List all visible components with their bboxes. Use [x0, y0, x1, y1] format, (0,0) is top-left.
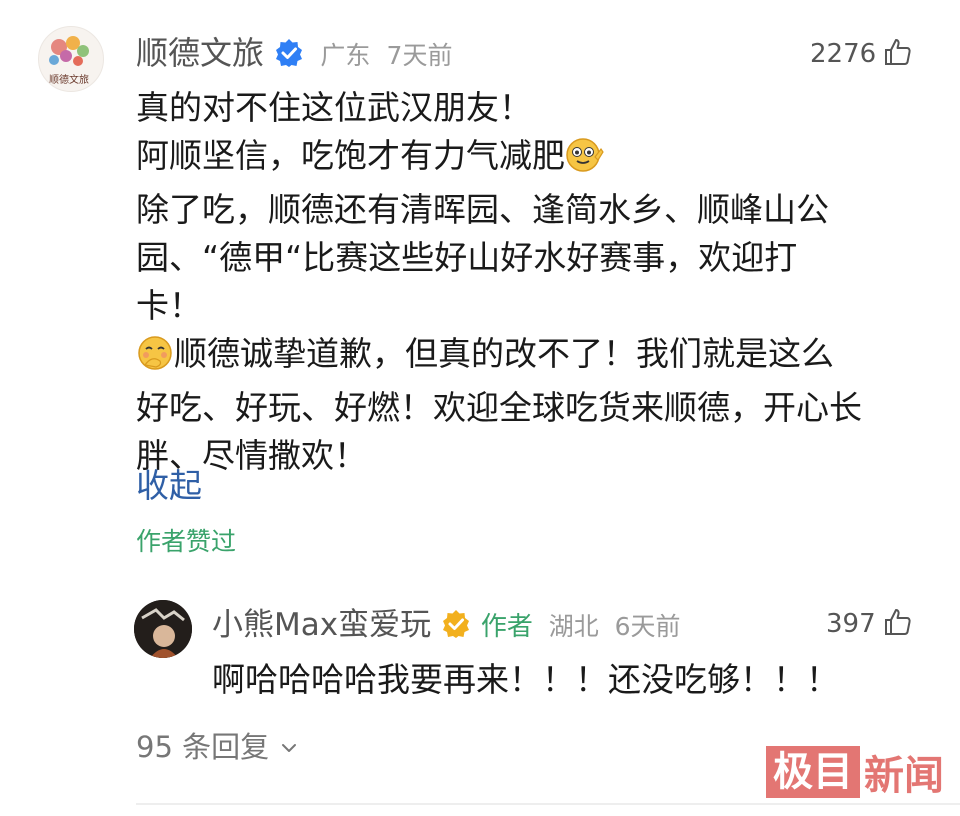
collapse-link[interactable]: 收起	[136, 462, 202, 510]
comment-line: 顺德诚挚道歉，但真的改不了！我们就是这么	[174, 334, 834, 373]
comment-line: 真的对不住这位武汉朋友！	[136, 88, 532, 127]
avatar[interactable]: 顺德文旅	[38, 26, 104, 92]
divider	[136, 803, 960, 805]
comment-time: 7天前	[386, 41, 453, 70]
comment-line: 胖、尽情撒欢！	[136, 436, 367, 475]
watermark-boxed-text: 极目	[766, 746, 860, 798]
reply-avatar[interactable]	[134, 600, 192, 658]
comment-line: 好吃、好玩、好燃！欢迎全球吃货来顺德，开心长	[136, 388, 862, 427]
emoji-grin-icon	[565, 137, 605, 186]
reply-time: 6天前	[614, 612, 681, 641]
comment-line: 除了吃，顺德还有清晖园、逢简水乡、顺峰山公	[136, 190, 829, 229]
thumbs-up-icon[interactable]	[882, 36, 914, 72]
like-count: 2276	[810, 39, 877, 69]
comment-line-with-emoji: 阿顺坚信，吃饱才有力气减肥	[136, 132, 926, 186]
reply-header: 小熊Max蛮爱玩 作者 湖北 6天前	[212, 602, 680, 652]
comment-line: 园、“德甲“比赛这些好山好水好赛事，欢迎打	[136, 238, 798, 277]
author-name[interactable]: 顺德文旅	[136, 34, 264, 72]
more-replies-button[interactable]: 95 条回复	[136, 726, 300, 770]
author-tag: 作者	[480, 612, 533, 642]
comment-line: 阿顺坚信，吃饱才有力气减肥	[136, 136, 565, 175]
verified-icon	[274, 34, 304, 80]
verified-gold-icon	[441, 606, 471, 652]
thumbs-up-icon[interactable]	[882, 606, 914, 642]
reply-text: 啊哈哈哈哈我要再来！！！还没吃够！！！	[212, 660, 839, 699]
author-liked-tag: 作者赞过	[136, 527, 237, 556]
comment-line-with-emoji: 顺德诚挚道歉，但真的改不了！我们就是这么	[136, 330, 926, 384]
comment-location: 广东	[320, 41, 371, 70]
reply-location: 湖北	[548, 612, 599, 641]
comment-line: 卡！	[136, 286, 202, 325]
avatar-logo-text: 顺德文旅	[49, 75, 89, 86]
comment-header: 顺德文旅 广东 7天前	[136, 30, 452, 80]
emoji-shy-icon	[136, 335, 174, 384]
reply-like-count: 397	[826, 609, 876, 639]
chevron-down-icon	[278, 728, 300, 770]
reply-like-control[interactable]: 397	[826, 606, 914, 642]
reply-author-name[interactable]: 小熊Max蛮爱玩	[212, 607, 431, 643]
watermark-logo: 极目 新闻	[766, 746, 944, 799]
more-replies-label: 95 条回复	[136, 730, 270, 764]
comment-body: 真的对不住这位武汉朋友！ 阿顺坚信，吃饱才有力气减肥 除了吃，顺德还有清晖园、逢…	[136, 84, 926, 480]
like-control[interactable]: 2276	[810, 36, 914, 72]
watermark-text: 新闻	[864, 752, 944, 799]
